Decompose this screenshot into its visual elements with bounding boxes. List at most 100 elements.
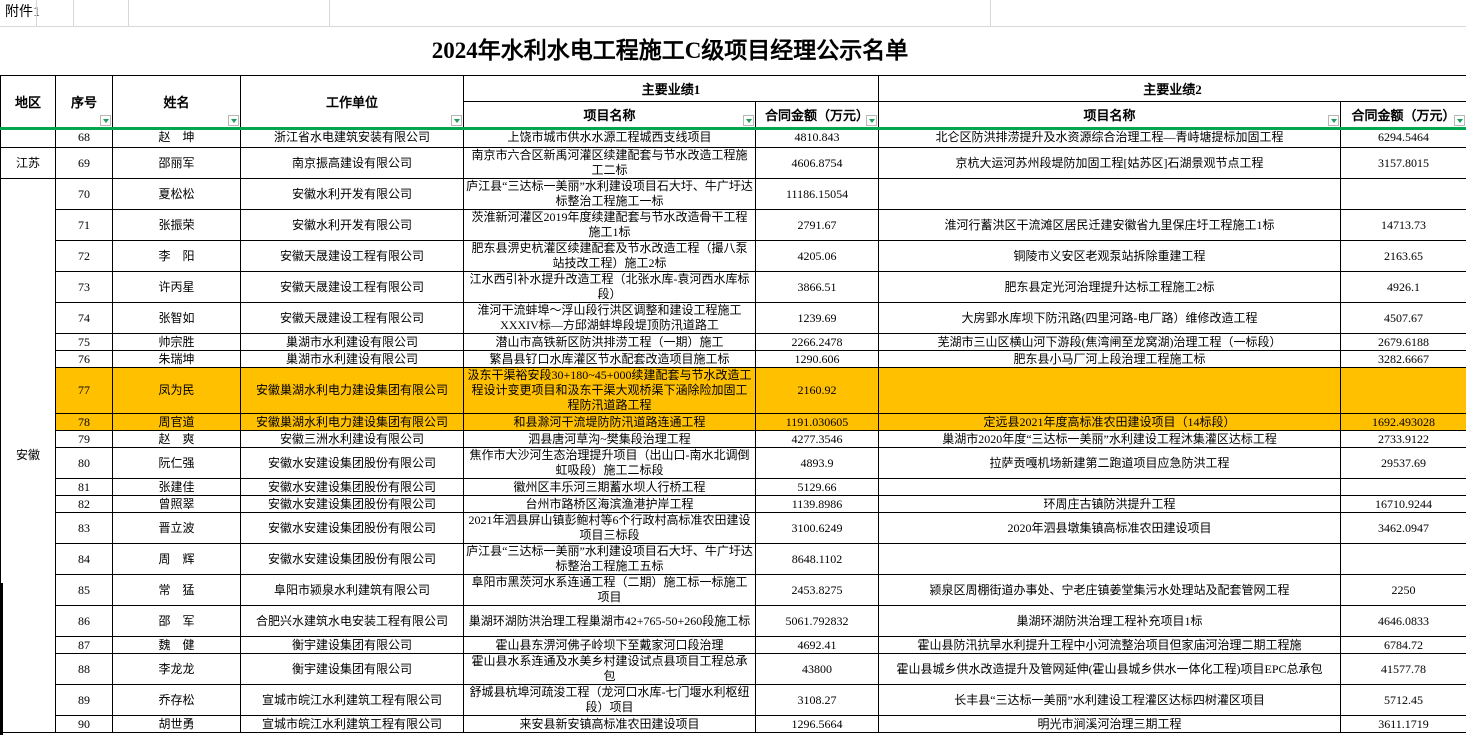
cell-amount2[interactable]: 16710.9244 — [1341, 496, 1466, 513]
cell-amount1[interactable]: 1296.5664 — [756, 716, 879, 733]
cell-amount2[interactable]: 2163.65 — [1341, 241, 1466, 272]
cell-project1[interactable]: 潜山市高铁新区防洪排涝工程（一期）施工 — [464, 334, 756, 351]
cell-name[interactable]: 邵丽军 — [113, 148, 241, 179]
cell-project1[interactable]: 焦作市大沙河生态治理提升项目（出山口-南水北调倒虹吸段）施工二标段 — [464, 448, 756, 479]
cell-project2[interactable] — [879, 179, 1341, 210]
cell-amount1[interactable]: 2453.8275 — [756, 575, 879, 606]
cell-name[interactable]: 周官道 — [113, 414, 241, 431]
cell-amount1[interactable]: 2266.2478 — [756, 334, 879, 351]
cell-amount1[interactable]: 5129.66 — [756, 479, 879, 496]
cell-serial[interactable]: 73 — [56, 272, 113, 303]
cell-project1[interactable]: 上饶市城市供水水源工程城西支线项目 — [464, 128, 756, 148]
col-header-serial[interactable]: 序号 — [56, 76, 113, 128]
col-header-region[interactable]: 地区 — [1, 76, 56, 128]
cell-project2[interactable]: 环周庄古镇防洪提升工程 — [879, 496, 1341, 513]
cell-project2[interactable]: 巢湖市2020年度“三达标一美丽”水利建设工程沐集灌区达标工程 — [879, 431, 1341, 448]
cell-project1[interactable]: 和县滁河干流堤防防汛道路连通工程 — [464, 414, 756, 431]
cell-project2[interactable]: 2020年泗县墩集镇高标准农田建设项目 — [879, 513, 1341, 544]
cell-serial[interactable]: 86 — [56, 606, 113, 637]
col-header-amount1[interactable]: 合同金额（万元） — [756, 102, 879, 128]
cell-employer[interactable]: 阜阳市颍泉水利建筑有限公司 — [241, 575, 464, 606]
cell-serial[interactable]: 80 — [56, 448, 113, 479]
cell-amount2[interactable] — [1341, 368, 1466, 414]
cell-serial[interactable]: 89 — [56, 685, 113, 716]
cell-project1[interactable]: 泗县唐河草沟~樊集段治理工程 — [464, 431, 756, 448]
cell-employer[interactable]: 巢湖市水利建设有限公司 — [241, 351, 464, 368]
cell-project1[interactable]: 庐江县“三达标一美丽”水利建设项目石大圩、牛广圩达标整治工程施工五标 — [464, 544, 756, 575]
cell-serial[interactable]: 70 — [56, 179, 113, 210]
cell-amount1[interactable]: 43800 — [756, 654, 879, 685]
cell-project2[interactable]: 明光市涧溪河治理三期工程 — [879, 716, 1341, 733]
cell-project2[interactable]: 京杭大运河苏州段堤防加固工程[姑苏区]石湖景观节点工程 — [879, 148, 1341, 179]
col-header-name[interactable]: 姓名 — [113, 76, 241, 128]
cell-employer[interactable]: 巢湖市水利建设有限公司 — [241, 334, 464, 351]
cell-name[interactable]: 朱瑞坤 — [113, 351, 241, 368]
cell-employer[interactable]: 安徽天晟建设工程有限公司 — [241, 241, 464, 272]
cell-project2[interactable]: 大房郢水库坝下防汛路(四里河路-电厂路）维修改造工程 — [879, 303, 1341, 334]
cell-amount2[interactable]: 4926.1 — [1341, 272, 1466, 303]
cell-serial[interactable]: 85 — [56, 575, 113, 606]
cell-project1[interactable]: 台州市路桥区海滨渔港护岸工程 — [464, 496, 756, 513]
cell-amount1[interactable]: 4692.41 — [756, 637, 879, 654]
cell-amount1[interactable]: 3108.27 — [756, 685, 879, 716]
cell-serial[interactable]: 72 — [56, 241, 113, 272]
cell-amount2[interactable]: 6294.5464 — [1341, 128, 1466, 148]
cell-employer[interactable]: 合肥兴水建筑水电安装工程有限公司 — [241, 606, 464, 637]
col-group-perf1[interactable]: 主要业绩1 — [464, 76, 879, 102]
cell-employer[interactable]: 宣城市皖江水利建筑工程有限公司 — [241, 685, 464, 716]
cell-employer[interactable]: 安徽天晟建设工程有限公司 — [241, 272, 464, 303]
cell-name[interactable]: 赵 爽 — [113, 431, 241, 448]
cell-employer[interactable]: 安徽水安建设集团股份有限公司 — [241, 496, 464, 513]
cell-employer[interactable]: 安徽水安建设集团股份有限公司 — [241, 448, 464, 479]
cell-name[interactable]: 周 辉 — [113, 544, 241, 575]
cell-employer[interactable]: 安徽水安建设集团股份有限公司 — [241, 544, 464, 575]
cell-amount1[interactable]: 2791.67 — [756, 210, 879, 241]
cell-amount2[interactable]: 1692.493028 — [1341, 414, 1466, 431]
cell-project1[interactable]: 阜阳市黑茨河水系连通工程（二期）施工标一标施工项目 — [464, 575, 756, 606]
cell-amount1[interactable]: 3866.51 — [756, 272, 879, 303]
filter-button[interactable] — [451, 115, 462, 126]
cell-amount2[interactable]: 2250 — [1341, 575, 1466, 606]
cell-project1[interactable]: 繁昌县钌口水库灌区节水配套改造项目施工标 — [464, 351, 756, 368]
cell-serial[interactable]: 81 — [56, 479, 113, 496]
cell-project1[interactable]: 庐江县“三达标一美丽”水利建设项目石大圩、牛广圩达标整治工程施工一标 — [464, 179, 756, 210]
cell-amount2[interactable]: 2733.9122 — [1341, 431, 1466, 448]
col-header-employer[interactable]: 工作单位 — [241, 76, 464, 128]
filter-button[interactable] — [866, 115, 877, 126]
cell-name[interactable]: 夏松松 — [113, 179, 241, 210]
cell-project2[interactable]: 芜湖市三山区横山河下游段(焦湾闸至龙窝湖)治理工程（一标段） — [879, 334, 1341, 351]
cell-amount2[interactable] — [1341, 179, 1466, 210]
filter-button[interactable] — [1454, 115, 1465, 126]
cell-name[interactable]: 李龙龙 — [113, 654, 241, 685]
cell-serial[interactable]: 71 — [56, 210, 113, 241]
cell-serial[interactable]: 83 — [56, 513, 113, 544]
cell-amount2[interactable]: 3462.0947 — [1341, 513, 1466, 544]
cell-project1[interactable]: 巢湖环湖防洪治理工程巢湖市42+765-50+260段施工标 — [464, 606, 756, 637]
cell-amount1[interactable]: 1191.030605 — [756, 414, 879, 431]
cell-project2[interactable]: 定远县2021年度高标准农田建设项目（14标段） — [879, 414, 1341, 431]
cell-amount2[interactable]: 3282.6667 — [1341, 351, 1466, 368]
cell-project1[interactable]: 汲东干渠裕安段30+180~45+000续建配套与节水改造工程设计变更项目和汲东… — [464, 368, 756, 414]
col-group-perf2[interactable]: 主要业绩2 — [879, 76, 1466, 102]
cell-amount2[interactable]: 4646.0833 — [1341, 606, 1466, 637]
cell-name[interactable]: 帅宗胜 — [113, 334, 241, 351]
cell-project2[interactable]: 肥东县小马厂河上段治理工程施工标 — [879, 351, 1341, 368]
filter-button[interactable] — [228, 115, 239, 126]
cell-serial[interactable]: 90 — [56, 716, 113, 733]
cell-amount2[interactable]: 29537.69 — [1341, 448, 1466, 479]
cell-project2[interactable]: 长丰县“三达标一美丽”水利建设工程灌区达标四树灌区项目 — [879, 685, 1341, 716]
col-header-project1[interactable]: 项目名称 — [464, 102, 756, 128]
cell-name[interactable]: 魏 健 — [113, 637, 241, 654]
cell-employer[interactable]: 衡宇建设集团有限公司 — [241, 654, 464, 685]
cell-serial[interactable]: 77 — [56, 368, 113, 414]
cell-amount2[interactable]: 4507.67 — [1341, 303, 1466, 334]
cell-employer[interactable]: 安徽巢湖水利电力建设集团有限公司 — [241, 368, 464, 414]
cell-amount2[interactable]: 2679.6188 — [1341, 334, 1466, 351]
cell-project1[interactable]: 霍山县水系连通及水美乡村建设试点县项目工程总承包 — [464, 654, 756, 685]
cell-employer[interactable]: 浙江省水电建筑安装有限公司 — [241, 128, 464, 148]
cell-name[interactable]: 张智如 — [113, 303, 241, 334]
cell-name[interactable]: 胡世勇 — [113, 716, 241, 733]
cell-region[interactable]: 江苏 — [1, 148, 56, 179]
cell-project2[interactable] — [879, 479, 1341, 496]
cell-name[interactable]: 常 猛 — [113, 575, 241, 606]
